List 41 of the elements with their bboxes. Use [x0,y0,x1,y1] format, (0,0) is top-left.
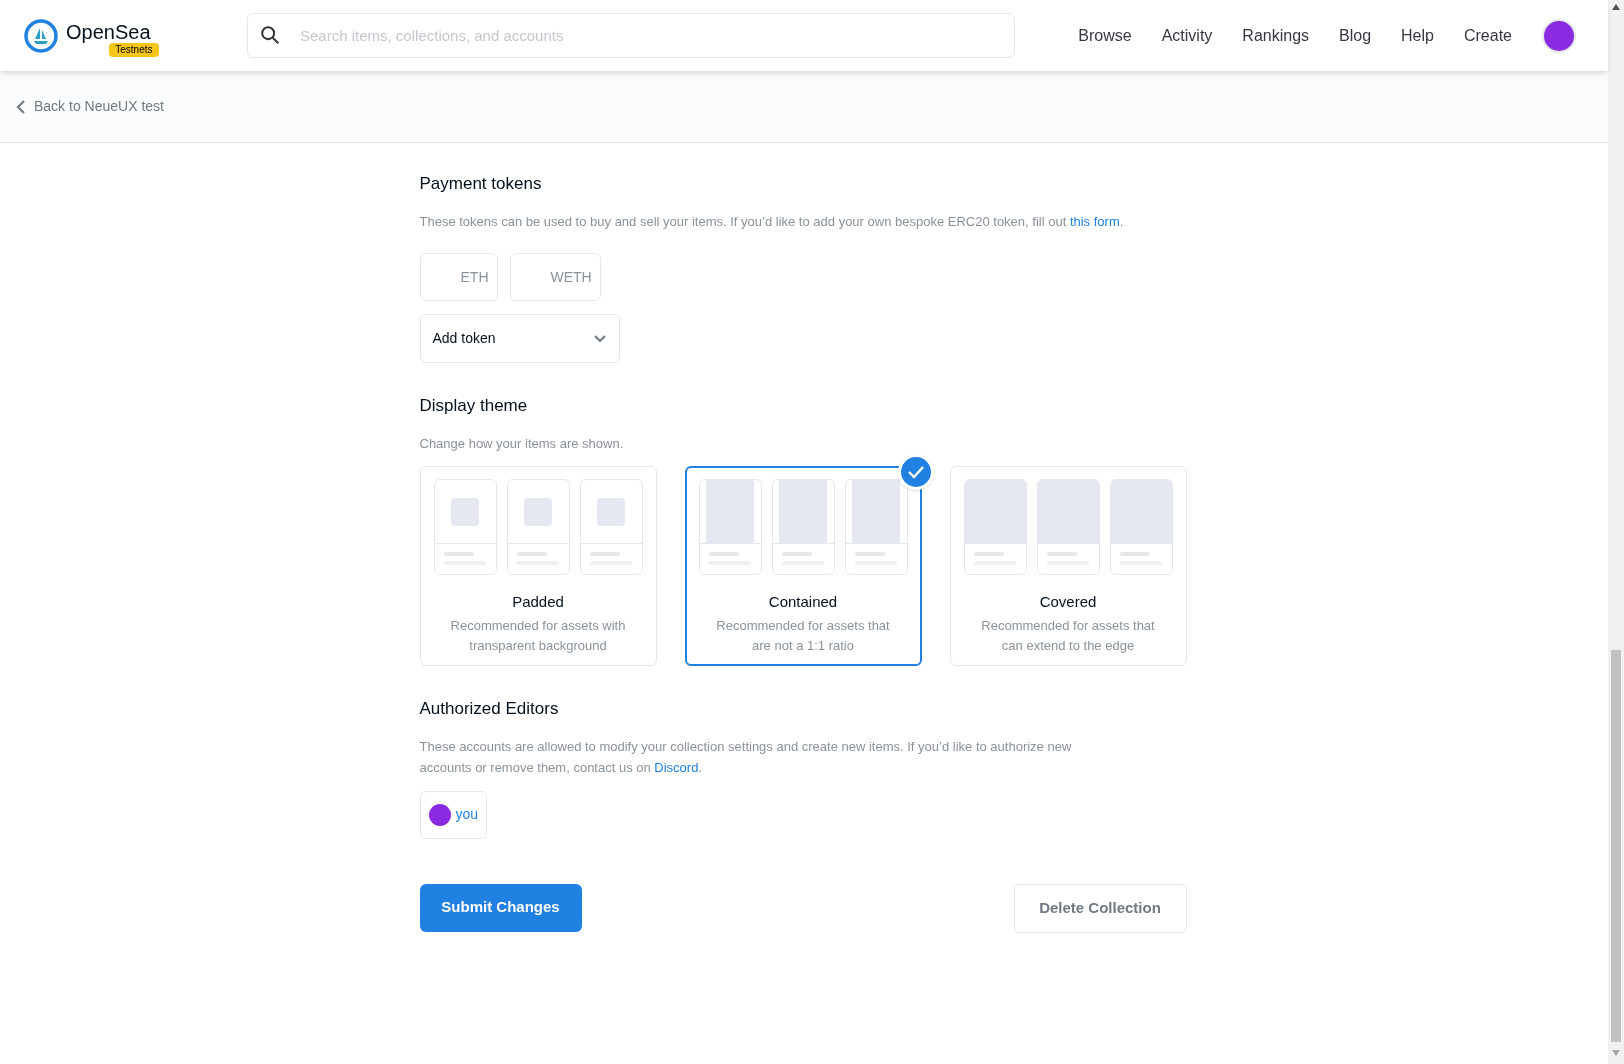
submit-changes-button[interactable]: Submit Changes [419,883,582,932]
search-icon [259,24,281,46]
section-description: These accounts are allowed to modify your collection settings and create new items. If you’d like to authorize new accounts or remove them, contact us on Discord. [419,737,1073,777]
search-field[interactable]: Search items, collections, and accounts [247,13,1015,58]
scroll-down-arrow-icon[interactable] [1612,1050,1620,1056]
section-description: These tokens can be used to buy and sell your items. If you’d like to add your own bespoke ERC20 token, fill out this form. [419,212,1125,231]
check-icon [897,454,934,490]
editor-link[interactable]: you [455,804,479,825]
section-title: Authorized Editors [419,698,560,720]
theme-description: Recommended for assets that can extend to the edge [980,616,1156,655]
theme-option-card[interactable]: Contained Recommended for assets that are not a 1:1 ratio [684,466,922,666]
link[interactable]: this form [1069,213,1120,229]
testnets-badge: Testnets [109,42,159,57]
theme-option-card[interactable]: Covered Recommended for assets that can extend to the edge [949,466,1187,666]
nav-link[interactable]: Activity [1161,23,1213,48]
section-description: Change how your items are shown. [419,434,625,453]
chevron-left-icon [16,99,26,114]
scrollbar-thumb[interactable] [1611,650,1621,1042]
delete-collection-button[interactable]: Delete Collection [1013,883,1187,933]
nav-link[interactable]: Create [1463,23,1512,48]
theme-name: Padded [512,592,564,612]
editor-avatar [428,803,451,826]
theme-name: Covered [1039,592,1097,612]
nav-link[interactable]: Rankings [1242,23,1310,48]
nav-link[interactable]: Help [1401,23,1434,48]
scrollbar[interactable] [1608,0,1624,1064]
chevron-down-icon [592,334,607,343]
scroll-up-arrow-icon[interactable] [1612,4,1620,10]
nav-link[interactable]: Browse [1078,23,1132,48]
theme-name: Contained [768,592,838,612]
section-title: Display theme [419,395,529,417]
add-token-dropdown[interactable]: Add token [419,314,620,363]
theme-description: Recommended for assets that are not a 1:1 ratio [715,616,891,655]
section-title: Payment tokens [419,173,543,195]
back-link[interactable]: Back to NeueUX test [16,96,164,117]
theme-description: Recommended for assets with transparent background [449,616,627,655]
theme-option-card[interactable]: Padded Recommended for assets with transparent background [419,466,657,666]
logo-text[interactable]: OpenSea [66,20,151,43]
nav-link[interactable]: Blog [1339,23,1372,48]
sailboat-logo-icon[interactable] [24,18,58,53]
avatar[interactable] [1544,20,1574,51]
